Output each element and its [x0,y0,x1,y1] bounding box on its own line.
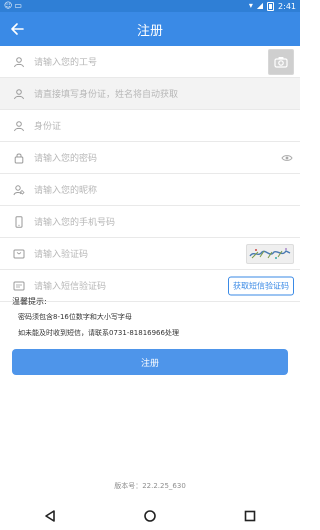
tips-section: 温馨提示: 密码须包含8-16位数字和大小写字母 如未能及时收到短信，请联系07… [0,296,300,345]
nickname-field[interactable]: 请输入您的昵称 [0,174,300,206]
registration-form: 请输入您的工号 请直接填写身份证，姓名将自动获取 身份证 请输入您的密码 请输入… [0,46,300,302]
android-icon: ☺ [4,1,13,10]
wifi-icon: ▾ [248,1,253,10]
phone-icon [12,215,26,229]
system-nav-bar [0,501,300,530]
id-card-field[interactable]: 身份证 [0,110,300,142]
app-bar: 注册 [0,12,300,46]
nav-home-button[interactable] [130,501,170,530]
camera-box[interactable] [268,48,294,75]
tips-line-contact: 如未能及时收到短信，请联系0731-81816966处理 [18,328,179,337]
password-input[interactable]: 请输入您的密码 [34,151,292,164]
lock-icon [12,151,26,165]
tips-line-password: 密码须包含8-16位数字和大小写字母 [18,313,132,322]
circle-home-icon [144,509,156,522]
register-button[interactable]: 注册 [12,349,288,375]
person-icon [12,119,26,133]
captcha-field[interactable]: 请输入验证码 [0,238,300,270]
captcha-image[interactable] [246,243,294,264]
person-icon [12,55,26,69]
camera-icon [274,56,288,68]
id-card-auto-field[interactable]: 请直接填写身份证，姓名将自动获取 [0,78,300,110]
status-right: ▾ ◢ 2:41 [248,1,296,11]
captcha-graphic [249,247,291,259]
get-sms-code-button[interactable]: 获取短信验证码 [228,276,294,295]
person-icon [12,87,26,101]
back-button[interactable] [6,18,28,40]
employee-id-input[interactable]: 请输入您的工号 [34,55,292,68]
id-card-input[interactable]: 身份证 [34,119,292,132]
tips-title: 温馨提示: [12,297,47,306]
sms-icon [12,279,26,293]
notification-icon: ▭ [14,1,22,10]
nav-back-button[interactable] [30,501,70,530]
status-time: 2:41 [278,1,296,11]
nav-recents-button[interactable] [230,501,270,530]
phone-input[interactable]: 请输入您的手机号码 [34,215,292,228]
phone-field[interactable]: 请输入您的手机号码 [0,206,300,238]
version-text: 版本号：22.2.25_630 [114,482,186,490]
id-card-hint: 请直接填写身份证，姓名将自动获取 [34,90,179,100]
user-edit-icon [12,183,26,197]
signal-icon: ◢ [256,1,264,10]
status-bar: ☺ ▭ ▾ ◢ 2:41 [0,0,300,12]
page-title: 注册 [136,23,163,39]
password-field[interactable]: 请输入您的密码 [0,142,300,174]
triangle-back-icon [45,509,55,522]
eye-icon[interactable] [280,153,294,163]
message-icon [12,247,26,261]
nickname-input[interactable]: 请输入您的昵称 [34,183,292,196]
back-arrow-icon [11,23,24,35]
battery-icon [267,1,275,11]
employee-id-field[interactable]: 请输入您的工号 [0,46,300,78]
square-recents-icon [244,510,256,521]
camera-button[interactable] [268,48,294,75]
status-left: ☺ ▭ [4,2,22,10]
